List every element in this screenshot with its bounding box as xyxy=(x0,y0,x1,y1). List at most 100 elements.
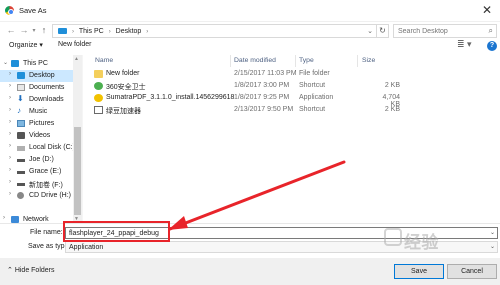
breadcrumb-separator-icon: › xyxy=(108,29,111,35)
nav-item-this-pc[interactable]: ⌄ This PC xyxy=(0,58,73,70)
pictures-icon xyxy=(17,120,25,127)
videos-icon xyxy=(17,132,25,139)
search-box[interactable]: ⌕ xyxy=(393,24,497,38)
nav-item-downloads[interactable]: › ⬇ Downloads xyxy=(0,94,73,106)
nav-item-label: Joe (D:) xyxy=(29,156,54,163)
file-type: Shortcut xyxy=(299,82,326,89)
file-size: 2 KB xyxy=(384,82,400,89)
file-name-label: File name: xyxy=(30,229,63,236)
shortcut-icon xyxy=(94,105,103,114)
nav-item-label: Local Disk (C:) xyxy=(29,144,75,151)
column-divider[interactable] xyxy=(295,55,296,67)
column-divider[interactable] xyxy=(230,55,231,67)
nav-item-label: Desktop xyxy=(29,72,55,79)
nav-item-documents[interactable]: › Documents xyxy=(0,82,73,94)
organize-button[interactable]: Organize ▾ xyxy=(9,41,43,49)
up-arrow-icon[interactable]: ↑ xyxy=(38,25,50,35)
chevron-right-icon[interactable]: › xyxy=(9,191,11,197)
file-date: 2/15/2017 11:03 PM xyxy=(234,70,297,77)
breadcrumb-separator-icon: › xyxy=(146,29,149,35)
documents-icon xyxy=(17,84,25,91)
refresh-icon[interactable]: ↻ xyxy=(377,24,389,38)
chevron-right-icon[interactable]: › xyxy=(9,119,11,125)
back-arrow-icon[interactable]: ← xyxy=(5,25,17,35)
close-icon[interactable]: ✕ xyxy=(482,3,492,17)
nav-item-videos[interactable]: › Videos xyxy=(0,130,73,142)
breadcrumb-desktop[interactable]: Desktop xyxy=(116,28,142,35)
breadcrumb-separator-icon: › xyxy=(72,29,74,35)
nav-item-label: CD Drive (H:) xyxy=(29,192,71,199)
column-header-date[interactable]: Date modified xyxy=(234,57,276,64)
table-row[interactable]: 绿豆加速器 2/13/2017 9:50 PM Shortcut 2 KB xyxy=(87,104,500,116)
column-header-type[interactable]: Type xyxy=(299,57,314,64)
chevron-right-icon[interactable]: › xyxy=(9,155,11,161)
dialog-footer: ⌃ Hide Folders Save Cancel xyxy=(0,258,500,285)
chevron-right-icon[interactable]: › xyxy=(9,83,11,89)
computer-icon xyxy=(11,60,19,67)
column-divider[interactable] xyxy=(357,55,358,67)
nav-item-desktop[interactable]: › Desktop xyxy=(0,70,73,82)
nav-item-music[interactable]: › ♪ Music xyxy=(0,106,73,118)
nav-item-network[interactable]: › Network xyxy=(0,214,73,223)
nav-item-cd-drive[interactable]: › CD Drive (H:) xyxy=(0,190,73,202)
chevron-right-icon[interactable]: › xyxy=(9,131,11,137)
file-date: 2/13/2017 9:50 PM xyxy=(234,106,294,113)
table-row[interactable]: New folder 2/15/2017 11:03 PM File folde… xyxy=(87,68,500,80)
address-bar: ← → ▾ ↑ › This PC › Desktop › ⌄ ↻ ⌕ xyxy=(0,22,500,40)
save-type-value[interactable]: Application xyxy=(69,244,103,251)
watermark: 经验 xyxy=(404,233,439,252)
chevron-right-icon[interactable]: › xyxy=(9,179,11,185)
chevron-right-icon[interactable]: › xyxy=(9,143,11,149)
command-bar: Organize ▾ New folder ≣ ▾ ? xyxy=(0,39,500,53)
nav-item-label: This PC xyxy=(23,60,48,67)
navigation-pane[interactable]: ⌄ This PC › Desktop › Documents › ⬇ Down… xyxy=(0,55,82,223)
help-icon[interactable]: ? xyxy=(487,41,497,51)
new-folder-button[interactable]: New folder xyxy=(58,41,91,48)
chevron-right-icon[interactable]: › xyxy=(9,167,11,173)
chevron-down-icon[interactable]: ⌄ xyxy=(490,243,495,250)
file-size: 2 KB xyxy=(384,106,400,113)
chevron-down-icon[interactable]: ⌄ xyxy=(3,59,8,66)
title-bar: Save As ✕ xyxy=(0,0,500,22)
chrome-icon xyxy=(5,6,14,15)
cancel-button[interactable]: Cancel xyxy=(447,264,497,279)
save-button[interactable]: Save xyxy=(394,264,444,279)
nav-item-local-disk[interactable]: › Local Disk (C:) xyxy=(0,142,75,154)
table-row[interactable]: 360安全卫士 1/8/2017 3:00 PM Shortcut 2 KB xyxy=(87,80,500,92)
search-icon[interactable]: ⌕ xyxy=(489,26,493,36)
file-name: New folder xyxy=(106,70,140,77)
nav-item-label: Grace (E:) xyxy=(29,168,62,175)
table-row[interactable]: SumatraPDF_3.1.1.0_install.1456299618 1/… xyxy=(87,92,500,108)
shortcut-icon xyxy=(94,81,103,90)
chevron-right-icon[interactable]: › xyxy=(3,215,5,221)
file-type: Application xyxy=(299,94,334,101)
nav-scrollbar[interactable]: ▲ ▼ xyxy=(73,55,82,223)
nav-item-grace-drive[interactable]: › Grace (E:) xyxy=(0,166,73,178)
scroll-up-icon[interactable]: ▲ xyxy=(74,56,79,62)
chevron-right-icon[interactable]: › xyxy=(9,107,11,113)
file-list[interactable]: Name Date modified Type Size New folder … xyxy=(87,55,500,223)
scrollbar-thumb[interactable] xyxy=(74,127,81,215)
chevron-down-icon[interactable]: ⌄ xyxy=(367,27,373,35)
column-header-name[interactable]: Name xyxy=(95,57,113,64)
nav-item-f-drive[interactable]: › 新加卷 (F:) xyxy=(0,178,73,190)
chevron-down-icon[interactable]: ⌄ xyxy=(490,229,495,236)
music-icon: ♪ xyxy=(17,106,21,115)
nav-item-pictures[interactable]: › Pictures xyxy=(0,118,73,130)
chevron-right-icon[interactable]: › xyxy=(9,95,11,101)
pane-divider[interactable] xyxy=(82,55,83,223)
view-options-icon[interactable]: ≣ ▾ xyxy=(457,39,472,50)
nav-item-joe-drive[interactable]: › Joe (D:) xyxy=(0,154,73,166)
window-title: Save As xyxy=(19,6,47,15)
drive-icon xyxy=(17,159,25,162)
file-name-value[interactable]: flashplayer_24_ppapi_debug xyxy=(69,230,159,237)
chevron-right-icon[interactable]: › xyxy=(9,71,11,77)
drive-icon xyxy=(17,146,25,151)
scroll-down-icon[interactable]: ▼ xyxy=(74,216,79,222)
column-header-size[interactable]: Size xyxy=(362,57,375,64)
hide-folders-toggle[interactable]: ⌃ Hide Folders xyxy=(7,266,55,274)
search-input[interactable] xyxy=(398,27,478,36)
breadcrumb-this-pc[interactable]: This PC xyxy=(79,28,104,35)
file-date: 1/8/2017 9:25 PM xyxy=(234,94,290,101)
breadcrumb[interactable]: › This PC › Desktop › ⌄ xyxy=(52,24,377,38)
